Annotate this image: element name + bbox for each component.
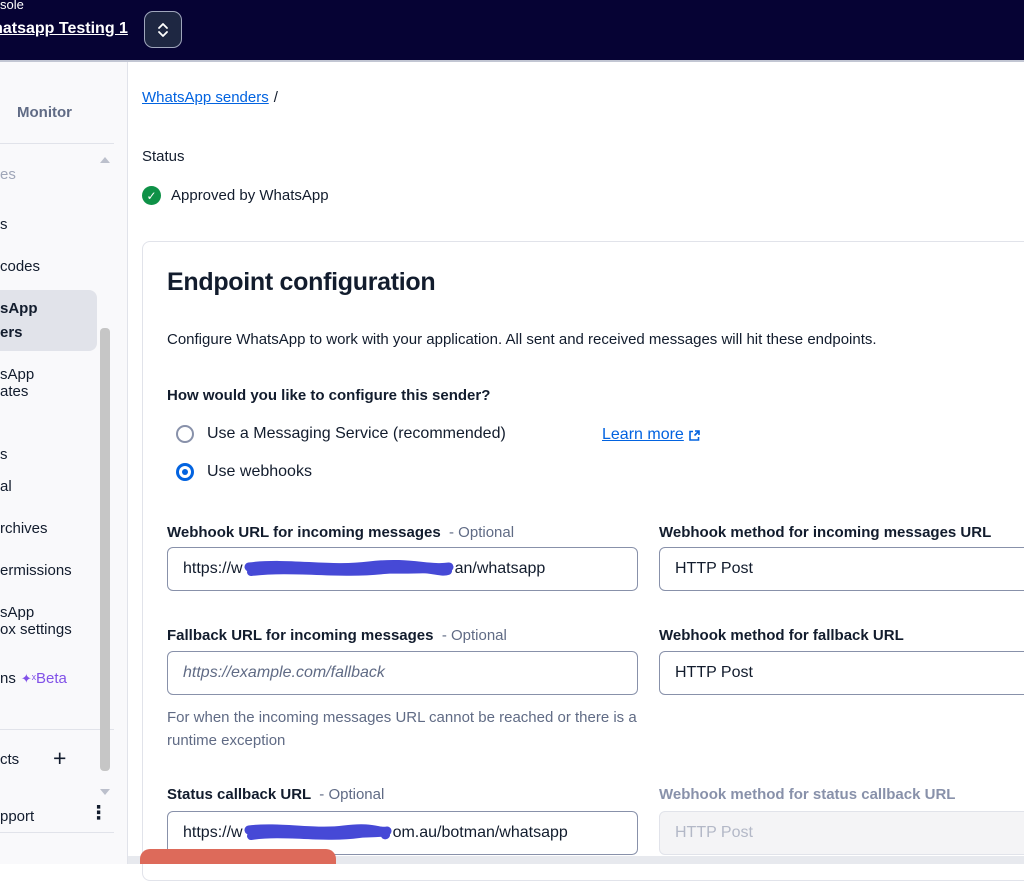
radio-messaging-service-label[interactable]: Use a Messaging Service (recommended) [207,425,506,443]
sidebar-item-whatsapp-templates[interactable]: sApp ates [0,366,34,400]
redaction-scribble [244,824,392,840]
breadcrumb-separator: / [273,89,278,106]
sidebar-item-support[interactable]: pport [0,808,34,825]
status-row: ✓ Approved by WhatsApp [142,186,329,205]
sidebar-divider [0,143,114,144]
sidebar-item-products[interactable]: cts [0,751,19,768]
breadcrumb-whatsapp-senders-link[interactable]: WhatsApp senders [142,89,269,106]
scrollbar-up-icon[interactable] [100,157,110,163]
status-callback-method-select: HTTP Post [659,811,1024,855]
radio-row-use-webhooks: Use webhooks [176,463,312,481]
sidebar-item-0[interactable]: es [0,166,16,183]
radio-row-messaging-service: Use a Messaging Service (recommended) Le… [176,425,700,443]
sidebar-item-sandbox-settings[interactable]: sApp ox settings [0,604,72,638]
sidebar-nav: Monitor es s codes sApp ers sApp ates s … [0,62,128,864]
learn-more-link[interactable]: Learn more [602,426,701,444]
account-name-link[interactable]: Whatsapp Testing 1 [0,20,128,38]
status-heading: Status [142,148,185,165]
status-callback-method-label: Webhook method for status callback URL [659,786,956,803]
sidebar-item-archives[interactable]: rchives [0,520,48,537]
webhook-url-input[interactable]: https://w an/whatsapp [167,547,638,591]
sidebar-scrollbar-thumb[interactable] [100,328,110,771]
status-value: Approved by WhatsApp [171,187,329,204]
redaction-scribble [244,559,454,576]
console-label: sole [0,0,24,12]
top-nav-bar: sole Whatsapp Testing 1 [0,0,1024,62]
tab-monitor[interactable]: Monitor [17,104,72,121]
webhook-method-label: Webhook method for incoming messages URL [659,524,992,541]
sidebar-divider [0,729,114,730]
sidebar-item-whatsapp-senders[interactable]: sApp ers [0,290,97,351]
fallback-url-placeholder: https://example.com/fallback [183,664,385,681]
fallback-url-label: Fallback URL for incoming messages - Opt… [167,627,507,644]
webhook-url-label: Webhook URL for incoming messages - Opti… [167,524,515,541]
sidebar-item-1[interactable]: s [0,216,8,233]
add-products-icon[interactable]: + [53,745,66,772]
status-callback-url-label: Status callback URL - Optional [167,786,385,803]
sidebar-item-5[interactable]: s [0,446,8,463]
card-description: Configure WhatsApp to work with your app… [167,331,877,348]
sparkle-icon: ✦ˣ [20,671,37,686]
beta-badge: Beta [36,670,67,687]
chevron-up-down-icon [158,22,168,37]
scrollbar-down-icon[interactable] [100,789,110,795]
external-link-icon [689,429,700,441]
floating-widget[interactable] [140,849,336,864]
account-switcher-button[interactable] [144,11,182,48]
sidebar-item-beta[interactable]: ns ✦ˣBeta [0,670,67,687]
radio-use-webhooks[interactable] [176,463,194,481]
fallback-method-label: Webhook method for fallback URL [659,627,904,644]
fallback-url-help-text: For when the incoming messages URL canno… [167,709,637,750]
sidebar-divider [0,832,114,833]
fallback-url-input[interactable]: https://example.com/fallback [167,651,638,695]
sidebar-item-2[interactable]: codes [0,258,40,275]
sidebar-item-permissions[interactable]: ermissions [0,562,72,579]
configure-question: How would you like to configure this sen… [167,387,491,404]
card-title: Endpoint configuration [167,268,436,296]
webhook-method-select[interactable]: HTTP Post [659,547,1024,591]
approved-check-icon: ✓ [142,186,161,205]
kebab-menu-icon[interactable]: ⋮ [89,802,108,825]
endpoint-configuration-card: Endpoint configuration Configure WhatsAp… [142,241,1024,881]
radio-use-webhooks-label[interactable]: Use webhooks [207,463,312,481]
sidebar-item-6[interactable]: al [0,478,12,495]
breadcrumb: WhatsApp senders / [142,89,278,106]
fallback-method-select[interactable]: HTTP Post [659,651,1024,695]
radio-messaging-service[interactable] [176,425,194,443]
